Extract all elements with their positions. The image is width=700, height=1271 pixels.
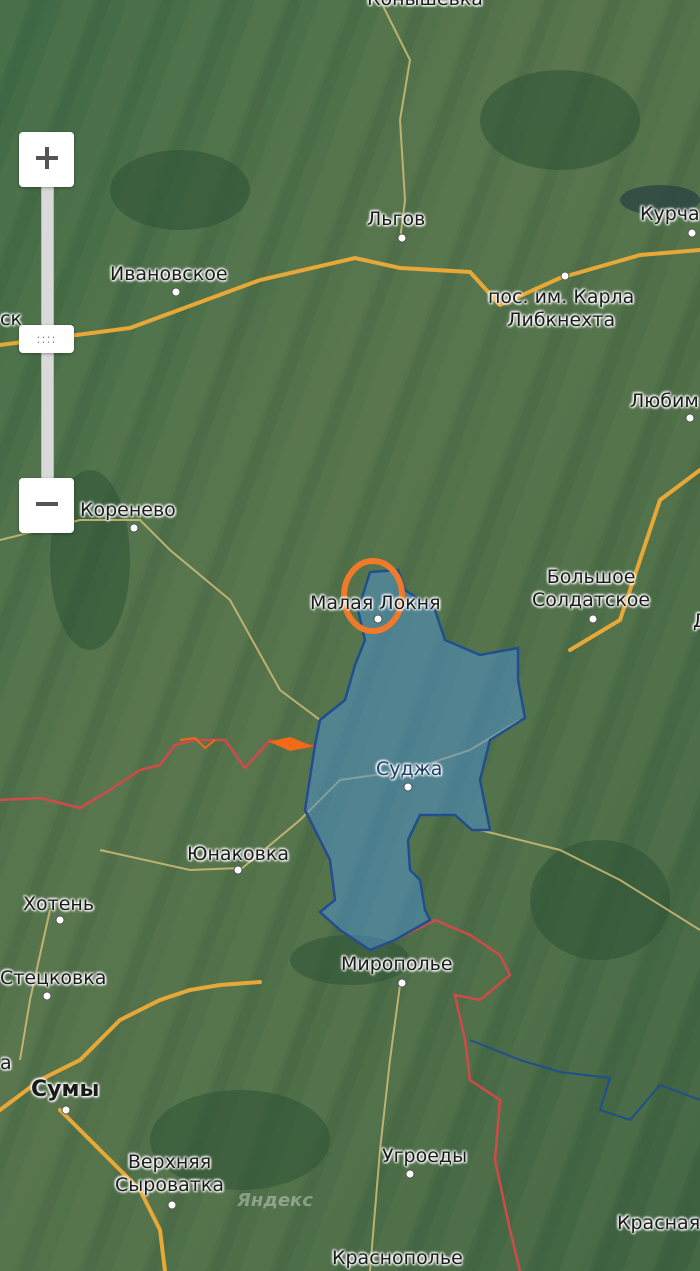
place-bolshoe-soldatskoe-line2: Солдатское: [532, 589, 651, 611]
place-krasnaya: Красная: [617, 1212, 700, 1234]
place-dot: [167, 1200, 177, 1210]
minus-icon: [34, 491, 60, 521]
place-bolshoe-soldatskoe-line1: Большое: [546, 566, 636, 588]
place-karla-libknehta-line2: Либкнехта: [507, 309, 616, 331]
place-malaya-lokhnya: Малая Локня: [310, 592, 441, 614]
place-verkhnyaya-syrovatka-line2: Сыроватка: [115, 1174, 224, 1196]
place-verkhnyaya-syrovatka: Верхняя Сыроватка: [115, 1151, 224, 1197]
place-karla-libknehta-line1: пос. им. Карла: [488, 286, 635, 308]
place-dot: [55, 915, 65, 925]
place-d-edge: Д: [693, 610, 700, 632]
place-konyshevka: Конышевка: [367, 0, 483, 10]
place-dot: [61, 1105, 71, 1115]
place-a-edge: а: [0, 1052, 12, 1074]
place-lgov: Льгов: [367, 208, 426, 230]
place-dot: [397, 978, 407, 988]
place-yunakovka: Юнаковка: [187, 843, 289, 865]
place-verkhnyaya-syrovatka-line1: Верхняя: [127, 1151, 212, 1173]
place-dot: [405, 1169, 415, 1179]
place-khoten: Хотень: [23, 893, 95, 915]
place-dot: [687, 228, 697, 238]
place-bolshoe-soldatskoe: Большое Солдатское: [532, 566, 650, 612]
place-sumy: Сумы: [31, 1077, 100, 1102]
place-sudzha: Суджа: [376, 758, 443, 780]
place-stetskovka: Стецковка: [0, 967, 107, 989]
place-ivanovskoe: Ивановское: [110, 263, 228, 285]
place-dot: [685, 413, 695, 423]
map-watermark: Яндекс: [237, 1190, 313, 1211]
place-dot: [397, 233, 407, 243]
place-dot: [42, 991, 52, 1001]
place-karla-libknehta: пос. им. Карла Либкнехта: [488, 286, 634, 332]
place-krasnopolye: Краснополье: [332, 1247, 463, 1269]
place-miropolye: Миропольe: [341, 953, 453, 975]
place-dot: [560, 271, 570, 281]
place-lyubim: Любим: [630, 390, 699, 412]
place-dot: [403, 782, 413, 792]
place-dot: [171, 287, 181, 297]
zoom-out-button[interactable]: [19, 478, 74, 533]
place-kurchatov: Курча: [640, 203, 700, 225]
place-dot: [373, 614, 383, 624]
plus-icon: [34, 145, 60, 175]
place-korenevo: Коренево: [80, 499, 176, 521]
zoom-slider-handle[interactable]: ::::: [19, 325, 74, 353]
place-dot: [129, 523, 139, 533]
place-dot: [588, 614, 598, 624]
zoom-in-button[interactable]: [19, 132, 74, 187]
place-dot: [233, 865, 243, 875]
satellite-map[interactable]: [0, 0, 700, 1271]
place-ugroedy: Угроеды: [382, 1145, 468, 1167]
